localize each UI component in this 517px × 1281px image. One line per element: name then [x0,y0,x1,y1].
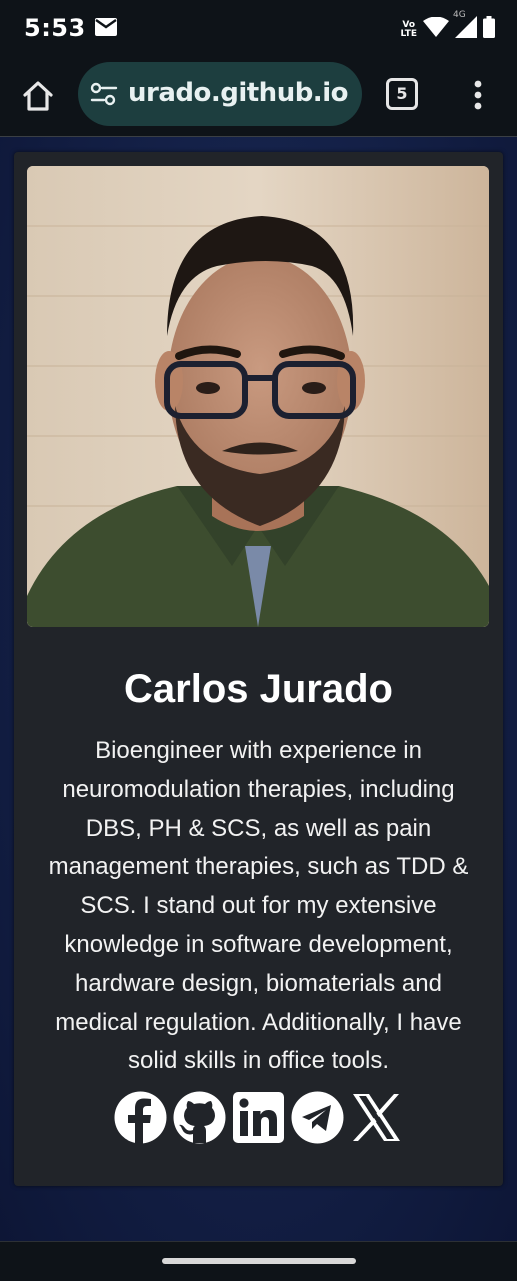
profile-photo [27,166,489,627]
home-button[interactable] [20,78,56,114]
tabs-button[interactable]: 5 [386,78,418,110]
site-settings-icon[interactable] [90,82,118,111]
network-type-label: 4G [453,10,466,20]
volte-icon: Vo LTE [400,19,417,39]
status-time: 5:53 [24,14,86,42]
gesture-handle[interactable] [162,1258,356,1264]
tab-count: 5 [396,84,408,103]
more-menu-button[interactable] [466,78,490,114]
profile-name: Carlos Jurado [124,667,393,711]
profile-card: Carlos Jurado Bioengineer with experienc… [14,152,503,1186]
url-text[interactable]: urado.github.io [128,78,348,108]
page-background: Carlos Jurado Bioengineer with experienc… [0,137,517,1241]
telegram-icon[interactable] [291,1091,344,1144]
github-icon[interactable] [173,1091,226,1144]
navigation-bar [0,1241,517,1281]
battery-icon [483,16,495,43]
linkedin-icon[interactable] [232,1091,285,1144]
facebook-icon[interactable] [114,1091,167,1144]
mail-icon [95,18,117,41]
social-links [14,1091,503,1144]
browser-toolbar: urado.github.io 5 [0,56,517,137]
url-bar[interactable]: urado.github.io [78,62,362,126]
wifi-icon [423,16,449,42]
more-menu-icon [474,80,482,110]
x-icon[interactable] [350,1091,403,1144]
signal-icon: 4G [453,10,477,43]
status-bar: 5:53 Vo LTE 4G [0,0,517,56]
home-icon [23,81,53,111]
profile-bio: Bioengineer with experience in neuromodu… [48,737,469,1075]
